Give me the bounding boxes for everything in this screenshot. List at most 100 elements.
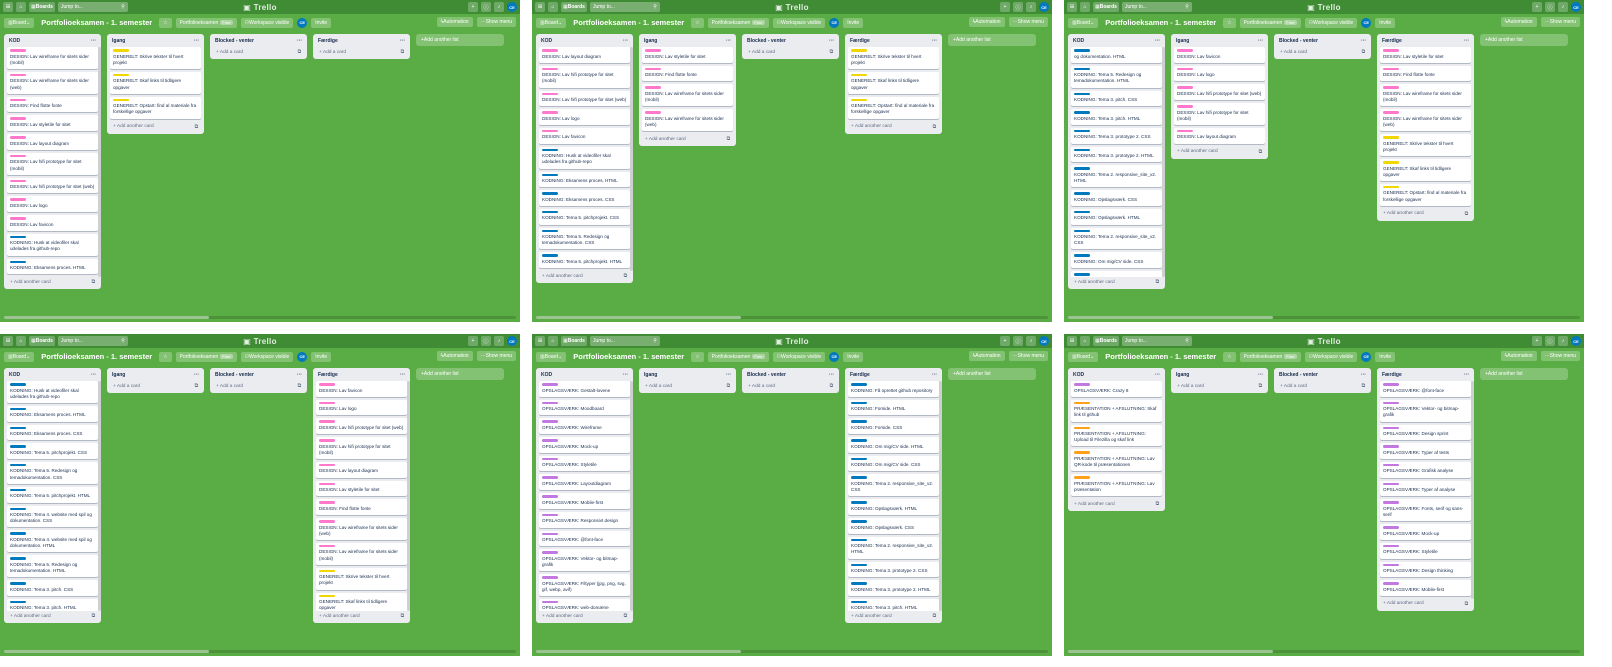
home-icon[interactable]: ⌂: [16, 2, 26, 12]
card[interactable]: DESIGN: Lav wireframe for sitets sider (…: [7, 47, 98, 69]
board-view-button[interactable]: ▥ Board ⌄: [1068, 17, 1099, 28]
list-menu-icon[interactable]: ···: [1464, 372, 1469, 378]
card[interactable]: KODNING: Tema 2. responsive_site_v2. CSS: [1071, 227, 1162, 250]
card[interactable]: KODNING: Tema 2. responsive_site_v2. HTM…: [1071, 165, 1162, 188]
create-icon[interactable]: +: [1000, 2, 1010, 12]
card-template-icon[interactable]: ⧉: [1362, 49, 1365, 55]
card[interactable]: DESIGN: Find flotte fonte: [642, 65, 733, 82]
scrollbar-thumb[interactable]: [4, 650, 209, 653]
notifications-icon[interactable]: ♪: [1026, 2, 1036, 12]
card[interactable]: KODNING: Tema 3. pitch. CSS: [7, 580, 98, 596]
list-title[interactable]: Blocked - venter: [1279, 38, 1318, 44]
home-icon[interactable]: ⌂: [548, 336, 558, 346]
list-menu-icon[interactable]: ···: [1464, 38, 1469, 44]
card[interactable]: GENERELT: Skrive tekster til hvert proje…: [1380, 134, 1471, 156]
show-menu-button[interactable]: ··· Show menu: [476, 17, 516, 27]
card-template-icon[interactable]: ⧉: [298, 49, 301, 55]
card-template-icon[interactable]: ⧉: [401, 613, 404, 619]
boards-button[interactable]: ▦ Boards: [29, 336, 55, 346]
visibility-button[interactable]: ⚇ Workspace visible: [240, 17, 294, 28]
card-template-icon[interactable]: ⧉: [1362, 383, 1365, 389]
list-title[interactable]: Færdige: [318, 38, 338, 44]
add-list-button[interactable]: + Add another list: [416, 368, 504, 380]
list-menu-icon[interactable]: ···: [829, 38, 834, 44]
invite-button[interactable]: Invite: [1375, 17, 1396, 28]
invite-button[interactable]: Invite: [843, 17, 864, 28]
list-scrollbar[interactable]: [630, 47, 633, 271]
board-title[interactable]: Portfolioeksamen - 1. semester: [38, 352, 155, 361]
card[interactable]: KODNING: Eksamens proces. HTML: [539, 171, 630, 188]
card[interactable]: KODNING: Eksamens proces. CSS: [7, 424, 98, 441]
card[interactable]: DESIGN: Find flotte fonte: [7, 96, 98, 113]
trello-logo[interactable]: ▣ Trello: [1307, 337, 1341, 346]
card[interactable]: KODNING: Tema 4. website med spil og dok…: [7, 505, 98, 528]
add-list-button[interactable]: + Add another list: [1480, 368, 1568, 380]
list-title[interactable]: Blocked - venter: [747, 372, 786, 378]
add-card-button[interactable]: + Add a card ⧉: [213, 381, 304, 390]
card[interactable]: OPSLAGSVÆRK: Gestalt-lovene: [539, 381, 630, 397]
card[interactable]: DESIGN: Lav styletile for sitet: [1380, 47, 1471, 63]
board-title[interactable]: Portfolioeksamen - 1. semester: [1102, 18, 1219, 27]
card[interactable]: DESIGN: Lav layout diagram: [1174, 127, 1265, 144]
card[interactable]: DESIGN: Find flotte fonte: [316, 499, 407, 515]
card[interactable]: DESIGN: Lav styletile for sitet: [316, 480, 407, 497]
home-icon[interactable]: ⌂: [16, 336, 26, 346]
boards-button[interactable]: ▦ Boards: [1093, 2, 1119, 12]
create-icon[interactable]: +: [468, 2, 478, 12]
list-title[interactable]: Igang: [1176, 372, 1189, 378]
apps-grid-icon[interactable]: ⊞: [1067, 336, 1077, 346]
star-icon[interactable]: ☆: [1223, 351, 1236, 362]
card[interactable]: OPSLAGSVÆRK: Mock-up: [539, 437, 630, 453]
add-card-button[interactable]: + Add another card ⧉: [316, 611, 407, 620]
workspace-button[interactable]: Portfolioeksamen Free: [1239, 17, 1301, 28]
apps-grid-icon[interactable]: ⊞: [3, 336, 13, 346]
notifications-icon[interactable]: ♪: [1026, 336, 1036, 346]
add-card-button[interactable]: + Add a card ⧉: [1277, 381, 1368, 390]
list-menu-icon[interactable]: ···: [1155, 38, 1160, 44]
card[interactable]: KODNING: Eksamens proces. HTML: [7, 258, 98, 275]
trello-logo[interactable]: ▣ Trello: [775, 337, 809, 346]
add-card-button[interactable]: + Add another card ⧉: [1071, 499, 1162, 508]
add-card-button[interactable]: + Add another card ⧉: [848, 122, 939, 131]
search-input[interactable]: Jump to... ⚲: [57, 336, 128, 346]
boards-button[interactable]: ▦ Boards: [1093, 336, 1119, 346]
notifications-icon[interactable]: ♪: [494, 2, 504, 12]
home-icon[interactable]: ⌂: [1080, 336, 1090, 346]
visibility-button[interactable]: ⚇ Workspace visible: [772, 17, 826, 28]
invite-button[interactable]: Invite: [311, 17, 332, 28]
card-template-icon[interactable]: ⧉: [727, 136, 730, 142]
add-card-button[interactable]: + Add a card ⧉: [316, 47, 407, 56]
card[interactable]: KODNING: Husk at videofiler skal udelade…: [7, 233, 98, 256]
card-template-icon[interactable]: ⧉: [298, 383, 301, 389]
card[interactable]: OPSLAGSVÆRK: Wireframe: [539, 418, 630, 435]
card[interactable]: GENERELT: Opstart: find al materiale fra…: [1380, 183, 1471, 206]
avatar[interactable]: CE: [1039, 2, 1049, 12]
visibility-button[interactable]: ⚇ Workspace visible: [772, 351, 826, 362]
trello-logo[interactable]: ▣ Trello: [1307, 3, 1341, 12]
card[interactable]: KODNING: Opslagsværk. HTML: [848, 499, 939, 515]
card[interactable]: KODNING: Tema 5. Redesign og temadokumen…: [539, 227, 630, 250]
card[interactable]: KODNING: Tema 2. responsive_site_v2. HTM…: [848, 536, 939, 559]
card[interactable]: OPSLAGSVÆRK: Styletile: [539, 455, 630, 472]
card[interactable]: OPSLAGSVÆRK: Vektor- og bitmap-grafik: [539, 549, 630, 572]
create-icon[interactable]: +: [1532, 2, 1542, 12]
card[interactable]: KODNING: Tema 5. pitchprojekt. CSS: [7, 443, 98, 459]
list-title[interactable]: Blocked - venter: [1279, 372, 1318, 378]
apps-grid-icon[interactable]: ⊞: [535, 336, 545, 346]
card[interactable]: OPSLAGSVÆRK: Grafisk analyse: [1380, 461, 1471, 478]
card[interactable]: KODNING: Om mig/CV side. CSS: [1071, 252, 1162, 269]
scrollbar-thumb[interactable]: [4, 316, 209, 319]
add-card-button[interactable]: + Add a card ⧉: [745, 47, 836, 56]
card-template-icon[interactable]: ⧉: [92, 613, 95, 619]
card[interactable]: OPSLAGSVÆRK: Mobile-first: [539, 493, 630, 509]
info-icon[interactable]: ⓘ: [481, 2, 491, 12]
create-icon[interactable]: +: [1000, 336, 1010, 346]
add-card-button[interactable]: + Add another card ⧉: [848, 611, 939, 620]
add-card-button[interactable]: + Add another card ⧉: [1174, 147, 1265, 156]
card[interactable]: KODNING: Tema 4. website med spil og dok…: [7, 530, 98, 553]
card[interactable]: KODNING: Tema 3. pitch. CSS: [1071, 90, 1162, 107]
workspace-button[interactable]: Portfolioeksamen Free: [707, 17, 769, 28]
board-view-button[interactable]: ▥ Board ⌄: [4, 351, 35, 362]
card-template-icon[interactable]: ⧉: [92, 279, 95, 285]
list-scrollbar[interactable]: [939, 381, 942, 611]
